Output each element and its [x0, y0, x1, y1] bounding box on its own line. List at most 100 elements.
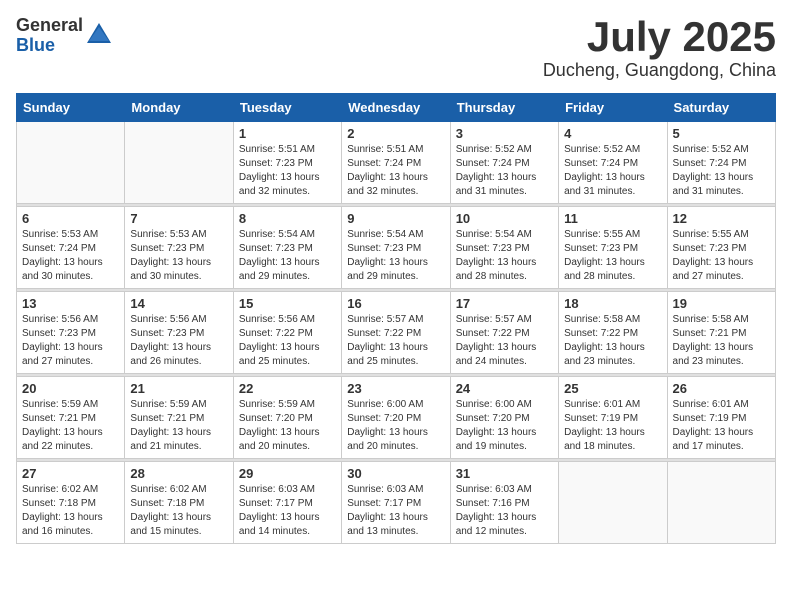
day-info: Sunrise: 5:57 AMSunset: 7:22 PMDaylight:… — [456, 313, 553, 369]
calendar-day-cell: 8 Sunrise: 5:54 AMSunset: 7:23 PMDaylight… — [233, 207, 341, 289]
calendar-week-row: 20 Sunrise: 5:59 AMSunset: 7:21 PMDayligh… — [17, 377, 776, 459]
calendar-day-cell: 16 Sunrise: 5:57 AMSunset: 7:22 PMDayligh… — [342, 292, 450, 374]
day-info: Sunrise: 5:52 AMSunset: 7:24 PMDaylight:… — [673, 143, 770, 199]
day-info: Sunrise: 6:03 AMSunset: 7:17 PMDaylight:… — [239, 483, 336, 539]
day-number: 21 — [130, 381, 227, 396]
calendar-day-cell: 19 Sunrise: 5:58 AMSunset: 7:21 PMDayligh… — [667, 292, 775, 374]
day-number: 3 — [456, 126, 553, 141]
calendar-day-cell — [559, 462, 667, 544]
calendar-day-cell — [125, 122, 233, 204]
page-header: General Blue July 2025 Ducheng, Guangdon… — [16, 16, 776, 81]
day-info: Sunrise: 5:59 AMSunset: 7:20 PMDaylight:… — [239, 398, 336, 454]
day-number: 29 — [239, 466, 336, 481]
day-number: 14 — [130, 296, 227, 311]
day-number: 1 — [239, 126, 336, 141]
day-number: 24 — [456, 381, 553, 396]
day-info: Sunrise: 6:00 AMSunset: 7:20 PMDaylight:… — [456, 398, 553, 454]
day-of-week-header: Thursday — [450, 94, 558, 122]
day-info: Sunrise: 5:51 AMSunset: 7:24 PMDaylight:… — [347, 143, 444, 199]
day-info: Sunrise: 6:03 AMSunset: 7:16 PMDaylight:… — [456, 483, 553, 539]
day-info: Sunrise: 5:52 AMSunset: 7:24 PMDaylight:… — [564, 143, 661, 199]
calendar-day-cell: 23Sunrise: 6:00 AMSunset: 7:20 PMDayligh… — [342, 377, 450, 459]
day-info: Sunrise: 6:02 AMSunset: 7:18 PMDaylight:… — [130, 483, 227, 539]
day-info: Sunrise: 5:56 AMSunset: 7:23 PMDaylight:… — [130, 313, 227, 369]
calendar-day-cell: 3 Sunrise: 5:52 AMSunset: 7:24 PMDaylight… — [450, 122, 558, 204]
logo-general: General — [16, 16, 83, 36]
day-info: Sunrise: 5:52 AMSunset: 7:24 PMDaylight:… — [456, 143, 553, 199]
day-of-week-header: Monday — [125, 94, 233, 122]
day-info: Sunrise: 5:54 AMSunset: 7:23 PMDaylight:… — [239, 228, 336, 284]
calendar-week-row: 27Sunrise: 6:02 AMSunset: 7:18 PMDayligh… — [17, 462, 776, 544]
day-info: Sunrise: 5:54 AMSunset: 7:23 PMDaylight:… — [456, 228, 553, 284]
calendar-table: SundayMondayTuesdayWednesdayThursdayFrid… — [16, 93, 776, 544]
calendar-day-cell: 18 Sunrise: 5:58 AMSunset: 7:22 PMDayligh… — [559, 292, 667, 374]
day-number: 17 — [456, 296, 553, 311]
calendar-day-cell — [667, 462, 775, 544]
calendar-week-row: 6Sunrise: 5:53 AMSunset: 7:24 PMDaylight… — [17, 207, 776, 289]
calendar-day-cell: 11 Sunrise: 5:55 AMSunset: 7:23 PMDayligh… — [559, 207, 667, 289]
day-number: 11 — [564, 211, 661, 226]
day-number: 20 — [22, 381, 119, 396]
day-info: Sunrise: 6:03 AMSunset: 7:17 PMDaylight:… — [347, 483, 444, 539]
calendar-day-cell: 9 Sunrise: 5:54 AMSunset: 7:23 PMDaylight… — [342, 207, 450, 289]
day-of-week-header: Tuesday — [233, 94, 341, 122]
day-of-week-header: Saturday — [667, 94, 775, 122]
day-number: 6 — [22, 211, 119, 226]
day-number: 18 — [564, 296, 661, 311]
calendar-day-cell: 12 Sunrise: 5:55 AMSunset: 7:23 PMDayligh… — [667, 207, 775, 289]
day-number: 22 — [239, 381, 336, 396]
day-number: 30 — [347, 466, 444, 481]
day-info: Sunrise: 6:01 AMSunset: 7:19 PMDaylight:… — [564, 398, 661, 454]
calendar-week-row: 13 Sunrise: 5:56 AMSunset: 7:23 PMDayligh… — [17, 292, 776, 374]
calendar-day-cell: 7Sunrise: 5:53 AMSunset: 7:23 PMDaylight… — [125, 207, 233, 289]
day-number: 5 — [673, 126, 770, 141]
day-info: Sunrise: 5:54 AMSunset: 7:23 PMDaylight:… — [347, 228, 444, 284]
day-number: 2 — [347, 126, 444, 141]
calendar-day-cell: 14 Sunrise: 5:56 AMSunset: 7:23 PMDayligh… — [125, 292, 233, 374]
day-info: Sunrise: 5:55 AMSunset: 7:23 PMDaylight:… — [564, 228, 661, 284]
calendar-day-cell: 26 Sunrise: 6:01 AMSunset: 7:19 PMDayligh… — [667, 377, 775, 459]
calendar-day-cell: 22 Sunrise: 5:59 AMSunset: 7:20 PMDayligh… — [233, 377, 341, 459]
calendar-day-cell: 17 Sunrise: 5:57 AMSunset: 7:22 PMDayligh… — [450, 292, 558, 374]
day-number: 10 — [456, 211, 553, 226]
calendar-day-cell: 20 Sunrise: 5:59 AMSunset: 7:21 PMDayligh… — [17, 377, 125, 459]
calendar-day-cell: 10 Sunrise: 5:54 AMSunset: 7:23 PMDayligh… — [450, 207, 558, 289]
logo-icon — [85, 19, 113, 52]
day-info: Sunrise: 5:59 AMSunset: 7:21 PMDaylight:… — [130, 398, 227, 454]
day-number: 9 — [347, 211, 444, 226]
calendar-day-cell: 21 Sunrise: 5:59 AMSunset: 7:21 PMDayligh… — [125, 377, 233, 459]
day-number: 4 — [564, 126, 661, 141]
day-info: Sunrise: 5:58 AMSunset: 7:22 PMDaylight:… — [564, 313, 661, 369]
day-info: Sunrise: 5:59 AMSunset: 7:21 PMDaylight:… — [22, 398, 119, 454]
day-number: 25 — [564, 381, 661, 396]
calendar-day-cell: 24 Sunrise: 6:00 AMSunset: 7:20 PMDayligh… — [450, 377, 558, 459]
day-info: Sunrise: 5:58 AMSunset: 7:21 PMDaylight:… — [673, 313, 770, 369]
day-number: 16 — [347, 296, 444, 311]
calendar-week-row: 1 Sunrise: 5:51 AMSunset: 7:23 PMDaylight… — [17, 122, 776, 204]
day-info: Sunrise: 5:57 AMSunset: 7:22 PMDaylight:… — [347, 313, 444, 369]
day-info: Sunrise: 6:01 AMSunset: 7:19 PMDaylight:… — [673, 398, 770, 454]
calendar-day-cell: 6Sunrise: 5:53 AMSunset: 7:24 PMDaylight… — [17, 207, 125, 289]
day-number: 8 — [239, 211, 336, 226]
day-info: Sunrise: 6:00 AMSunset: 7:20 PMDaylight:… — [347, 398, 444, 454]
day-info: Sunrise: 6:02 AMSunset: 7:18 PMDaylight:… — [22, 483, 119, 539]
day-of-week-header: Friday — [559, 94, 667, 122]
day-number: 13 — [22, 296, 119, 311]
calendar-day-cell — [17, 122, 125, 204]
day-number: 19 — [673, 296, 770, 311]
calendar-day-cell: 31Sunrise: 6:03 AMSunset: 7:16 PMDayligh… — [450, 462, 558, 544]
calendar-day-cell: 27Sunrise: 6:02 AMSunset: 7:18 PMDayligh… — [17, 462, 125, 544]
calendar-day-cell: 1 Sunrise: 5:51 AMSunset: 7:23 PMDaylight… — [233, 122, 341, 204]
day-info: Sunrise: 5:55 AMSunset: 7:23 PMDaylight:… — [673, 228, 770, 284]
day-number: 12 — [673, 211, 770, 226]
calendar-day-cell: 2 Sunrise: 5:51 AMSunset: 7:24 PMDaylight… — [342, 122, 450, 204]
logo: General Blue — [16, 16, 113, 56]
day-number: 15 — [239, 296, 336, 311]
day-info: Sunrise: 5:51 AMSunset: 7:23 PMDaylight:… — [239, 143, 336, 199]
day-of-week-header: Wednesday — [342, 94, 450, 122]
day-number: 28 — [130, 466, 227, 481]
calendar-day-cell: 5 Sunrise: 5:52 AMSunset: 7:24 PMDaylight… — [667, 122, 775, 204]
month-title: July 2025 — [543, 16, 776, 58]
day-number: 26 — [673, 381, 770, 396]
title-block: July 2025 Ducheng, Guangdong, China — [543, 16, 776, 81]
